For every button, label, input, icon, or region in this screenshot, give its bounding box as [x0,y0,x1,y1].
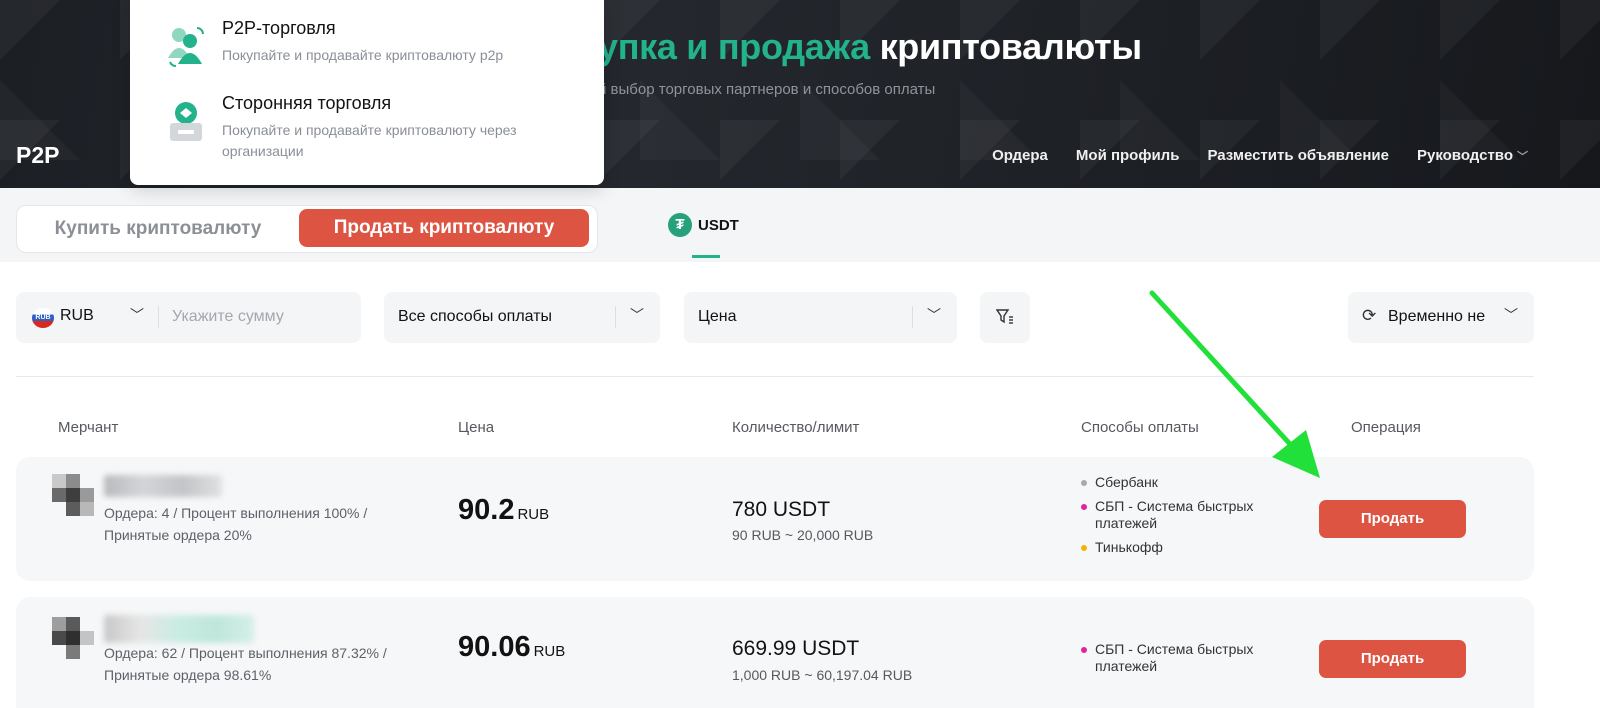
nav-orders[interactable]: Ордера [992,147,1048,164]
payment-method-item: СБП - Система быстрых платежей [1081,498,1281,532]
payment-method-item: СБП - Система быстрых платежей [1081,641,1281,675]
third-party-box-icon [166,99,204,141]
dropdown-item-third-party[interactable]: Сторонняя торговля Покупайте и продавайт… [166,93,532,162]
merchant-name-redacted[interactable] [104,475,222,497]
table-row: Ордера: 62 / Процент выполнения 87.32% /… [16,597,1534,708]
column-header-quantity: Количество/лимит [732,419,860,436]
column-header-payment: Способы оплаты [1081,419,1199,436]
coin-label: USDT [698,216,739,234]
payment-methods-list: Сбербанк СБП - Система быстрых платежей … [1081,474,1281,563]
payment-methods-list: СБП - Система быстрых платежей [1081,641,1281,682]
hero-title-rest: криптовалюты [879,26,1143,67]
hero-subtitle: й выбор торговых партнеров и способов оп… [598,81,936,98]
table-row: Ордера: 4 / Процент выполнения 100% / Пр… [16,457,1534,581]
tab-buy-crypto[interactable]: Купить криптовалюту [17,206,299,252]
payment-method-name: Тинькофф [1095,539,1163,555]
available-quantity: 780 USDT [732,498,831,521]
advanced-filter-button[interactable] [980,292,1030,343]
tab-coin-usdt[interactable]: ₮ USDT [668,213,739,237]
column-header-operation: Операция [1351,419,1421,436]
refresh-icon: ⟳ [1362,306,1377,325]
dropdown-item-title: P2P-торговля [222,18,336,38]
tab-sell-crypto[interactable]: Продать криптовалюту [299,209,589,247]
column-header-merchant: Мерчант [58,419,119,436]
divider [615,306,616,328]
active-tab-underline [692,255,720,258]
p2p-users-icon [166,24,204,67]
price-number: 90.06 [458,631,531,663]
payment-method-item: Сбербанк [1081,474,1281,491]
top-nav: Ордера Мой профиль Разместить объявление… [992,147,1528,164]
payment-method-select[interactable]: Все способы оплаты ﹀ [384,292,660,343]
price-value: 90.2 RUB [458,494,549,527]
divider [158,306,159,328]
nav-post-ad[interactable]: Разместить объявление [1207,147,1389,164]
sell-button[interactable]: Продать [1319,500,1466,538]
price-number: 90.2 [458,494,515,526]
price-unit: RUB [517,506,550,523]
auto-refresh-value: Временно не [1388,308,1486,325]
chevron-down-icon[interactable]: ﹀ [130,305,144,325]
dropdown-item-title: Сторонняя торговля [222,93,392,113]
order-limit: 90 RUB ~ 20,000 RUB [732,527,874,543]
avatar [52,474,94,516]
avatar [52,617,94,659]
payment-method-name: Сбербанк [1095,474,1158,490]
payment-dot [1081,647,1087,653]
available-quantity: 669.99 USDT [732,637,860,660]
order-limit: 1,000 RUB ~ 60,197.04 RUB [732,667,913,683]
nav-guide-label: Руководство [1416,147,1513,164]
sort-select[interactable]: Цена ﹀ [684,292,957,343]
price-value: 90.06 RUB [458,631,565,664]
tether-icon: ₮ [668,213,692,237]
payment-method-item: Тинькофф [1081,539,1281,556]
auto-refresh-select[interactable]: ⟳ Временно не ﹀ [1348,292,1534,343]
trade-type-dropdown: P2P-торговля Покупайте и продавайте крип… [130,0,604,185]
dropdown-item-desc: Покупайте и продавайте криптовалюту чере… [222,122,517,159]
column-header-price: Цена [458,419,495,436]
hero-title: упка и продажа криптовалюты [598,26,1142,68]
amount-filter: RUB RUB ﹀ [16,292,361,343]
divider [912,306,913,328]
merchant-name-redacted[interactable] [104,615,254,643]
chevron-down-icon: ﹀ [630,307,644,323]
payment-method-name: СБП - Система быстрых платежей [1095,498,1254,531]
payment-dot [1081,480,1087,486]
price-unit: RUB [533,643,566,660]
payment-dot [1081,504,1087,510]
chevron-down-icon: ﹀ [1504,307,1518,323]
currency-select[interactable]: RUB [60,307,94,325]
buy-sell-toggle: Купить криптовалюту Продать криптовалюту [16,205,598,253]
nav-my-profile[interactable]: Мой профиль [1076,147,1180,164]
payment-dot [1081,545,1087,551]
nav-guide[interactable]: Руководство ﹀ [1417,147,1528,164]
brand-logo[interactable]: P2P [16,142,59,169]
sell-button[interactable]: Продать [1319,640,1466,678]
sort-value: Цена [698,308,737,325]
trade-tab-strip: Купить криптовалюту Продать криптовалюту… [0,188,1600,262]
merchant-stats: Ордера: 62 / Процент выполнения 87.32% /… [104,645,387,683]
dropdown-item-desc: Покупайте и продавайте криптовалюту p2p [222,47,504,63]
filter-funnel-icon [995,309,1014,330]
dropdown-item-p2p[interactable]: P2P-торговля Покупайте и продавайте крип… [166,18,532,67]
merchant-stats: Ордера: 4 / Процент выполнения 100% / Пр… [104,505,368,543]
chevron-down-icon: ﹀ [927,307,941,323]
payment-method-value: Все способы оплаты [398,308,553,325]
rub-flag-icon: RUB [32,308,54,328]
amount-input[interactable] [172,302,352,332]
payment-method-name: СБП - Система быстрых платежей [1095,641,1254,674]
chevron-down-icon: ﹀ [1517,150,1528,163]
section-divider [16,376,1534,377]
hero-title-highlight: упка и продажа [598,26,870,67]
